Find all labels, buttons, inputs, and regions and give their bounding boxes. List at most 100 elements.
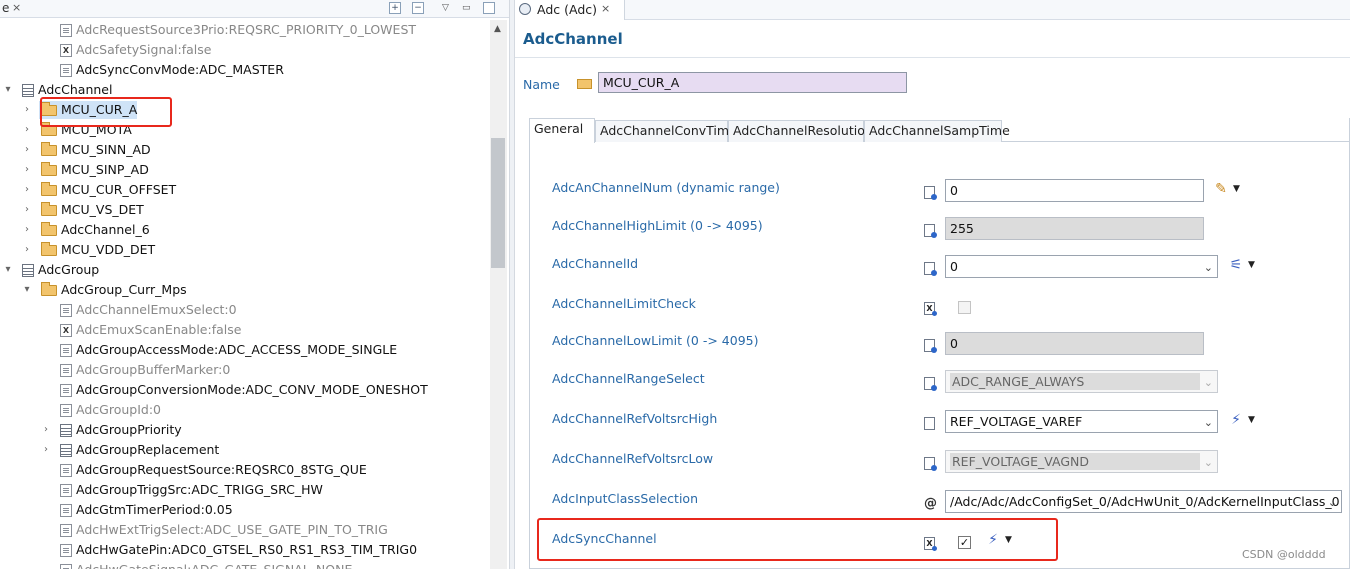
disabled-checkbox	[958, 301, 971, 314]
parameter-label: AdcChannelHighLimit (0 -> 4095)	[552, 218, 763, 233]
tab-resolution[interactable]: AdcChannelResolution	[728, 120, 873, 142]
maximize-icon[interactable]	[483, 2, 495, 14]
tree-node[interactable]: X AdcEmuxScanEnable:false	[0, 320, 490, 340]
editor-pane: Adc (Adc) × AdcChannel Name General AdcC…	[515, 0, 1350, 569]
tree-node[interactable]: › AdcGroupReplacement	[0, 440, 490, 460]
collapsed-chevron-icon[interactable]: ›	[40, 440, 52, 460]
tree-node[interactable]: AdcGroupTriggSrc:ADC_TRIGG_SRC_HW	[0, 480, 490, 500]
parameter-label: AdcChannelRangeSelect	[552, 371, 705, 386]
tree-node[interactable]: › AdcGroupPriority	[0, 420, 490, 440]
collapse-all-icon[interactable]: −	[412, 2, 424, 14]
collapsed-chevron-icon[interactable]: ›	[21, 120, 33, 140]
tree-node-label: AdcGroupRequestSource:REQSRC0_8STG_QUE	[76, 462, 367, 477]
tree-node-folder[interactable]: › AdcChannel_6	[0, 220, 490, 240]
doc-icon	[60, 344, 72, 357]
folder-icon	[41, 242, 57, 256]
dropdown-value: 0	[950, 259, 958, 274]
tree-node[interactable]: AdcGtmTimerPeriod:0.05	[0, 500, 490, 520]
view-menu-icon[interactable]: ▽	[442, 3, 449, 13]
config-param-icon	[924, 186, 937, 200]
tab-conv-time[interactable]: AdcChannelConvTime	[595, 120, 737, 142]
tree-node-label: AdcEmuxScanEnable:false	[76, 322, 242, 337]
collapsed-chevron-icon[interactable]: ›	[21, 160, 33, 180]
edit-pencil-icon[interactable]: ✎	[1213, 181, 1229, 197]
table-icon	[22, 264, 34, 277]
disabled-dropdown: REF_VOLTAGE_VAGND ⌄	[945, 450, 1218, 473]
tab-adc-editor[interactable]: Adc (Adc) ×	[515, 0, 625, 20]
watermark: CSDN @oldddd	[1242, 548, 1326, 561]
collapsed-chevron-icon[interactable]: ›	[21, 220, 33, 240]
disabled-dropdown: ADC_RANGE_ALWAYS ⌄	[945, 370, 1218, 393]
chevron-down-icon: ⌄	[1203, 261, 1213, 274]
name-label: Name	[523, 77, 560, 92]
tree-node[interactable]: AdcGroupAccessMode:ADC_ACCESS_MODE_SINGL…	[0, 340, 490, 360]
parameter-tabs: General AdcChannelConvTime AdcChannelRes…	[529, 118, 1350, 143]
tree-node[interactable]: AdcRequestSource3Prio:REQSRC_PRIORITY_0_…	[0, 20, 490, 40]
expanded-chevron-icon[interactable]: ▾	[2, 80, 14, 100]
tab-samp-time[interactable]: AdcChannelSampTime	[864, 120, 1010, 142]
dropdown-select[interactable]: REF_VOLTAGE_VAREF ⌄	[945, 410, 1218, 433]
dropdown-value: /Adc/Adc/AdcConfigSet_0/AdcHwUnit_0/AdcK…	[950, 494, 1340, 509]
tree-node-folder[interactable]: › MCU_VDD_DET	[0, 240, 490, 260]
tree-node[interactable]: AdcHwGatePin:ADC0_GTSEL_RS0_RS1_RS3_TIM_…	[0, 540, 490, 560]
tree-node-folder[interactable]: › MCU_SINN_AD	[0, 140, 490, 160]
link-icon[interactable]: ⚡	[1228, 412, 1244, 428]
outline-tree-pane: e × + − ▽ ▭ AdcRequestSource3Prio:REQSRC…	[0, 0, 509, 569]
folder-icon	[41, 282, 57, 296]
tree-node-label: AdcChannelEmuxSelect:0	[76, 302, 237, 317]
minimize-icon[interactable]: ▭	[462, 3, 471, 13]
dropdown-select[interactable]: 0 ⌄	[945, 255, 1218, 278]
tree-node[interactable]: X AdcSafetySignal:false	[0, 40, 490, 60]
tab-label: Adc (Adc)	[537, 2, 598, 17]
outline-tab-label[interactable]: e	[2, 1, 9, 15]
tool-menu-chevron-icon[interactable]: ▼	[1248, 415, 1255, 425]
table-icon	[22, 84, 34, 97]
name-field[interactable]	[598, 72, 907, 93]
tree-node-label: MCU_CUR_OFFSET	[61, 182, 177, 197]
doc-icon	[60, 484, 72, 497]
tree-node[interactable]: AdcHwExtTrigSelect:ADC_USE_GATE_PIN_TO_T…	[0, 520, 490, 540]
doc-icon	[60, 64, 72, 77]
scroll-up-icon[interactable]: ▲	[494, 24, 501, 34]
tree-node[interactable]: AdcHwGateSignal:ADC_GATE_SIGNAL_NONE	[0, 560, 490, 569]
collapsed-chevron-icon[interactable]: ›	[40, 420, 52, 440]
tree-node-folder[interactable]: › MCU_VS_DET	[0, 200, 490, 220]
config-param-icon	[924, 262, 937, 276]
tree-node[interactable]: AdcGroupId:0	[0, 400, 490, 420]
tab-general[interactable]: General	[529, 118, 595, 143]
close-icon[interactable]: ×	[12, 1, 21, 14]
expanded-chevron-icon[interactable]: ▾	[2, 260, 14, 280]
expand-all-icon[interactable]: +	[389, 2, 401, 14]
tool-menu-chevron-icon[interactable]: ▼	[1248, 260, 1255, 270]
tree-node[interactable]: ▾ AdcGroup	[0, 260, 490, 280]
value-input[interactable]: 0	[945, 179, 1204, 202]
tree-node[interactable]: AdcSyncConvMode:ADC_MASTER	[0, 60, 490, 80]
tree-node[interactable]: AdcGroupBufferMarker:0	[0, 360, 490, 380]
collapsed-chevron-icon[interactable]: ›	[21, 180, 33, 200]
parameter-label: AdcChannelRefVoltsrcHigh	[552, 411, 718, 426]
collapsed-chevron-icon[interactable]: ›	[21, 100, 33, 120]
tree-scrollbar[interactable]	[490, 20, 507, 569]
tree-node[interactable]: AdcChannelEmuxSelect:0	[0, 300, 490, 320]
tree-node[interactable]: AdcGroupConversionMode:ADC_CONV_MODE_ONE…	[0, 380, 490, 400]
tree-node-label: MCU_SINP_AD	[61, 162, 149, 177]
tree-node-label: AdcGroupReplacement	[76, 442, 220, 457]
collapsed-chevron-icon[interactable]: ›	[21, 240, 33, 260]
tree-node-folder[interactable]: › MCU_CUR_OFFSET	[0, 180, 490, 200]
dropdown-select[interactable]: /Adc/Adc/AdcConfigSet_0/AdcHwUnit_0/AdcK…	[945, 490, 1342, 513]
collapsed-chevron-icon[interactable]: ›	[21, 200, 33, 220]
tree-node[interactable]: AdcGroupRequestSource:REQSRC0_8STG_QUE	[0, 460, 490, 480]
collapsed-chevron-icon[interactable]: ›	[21, 140, 33, 160]
tree-node-folder[interactable]: ▾ AdcGroup_Curr_Mps	[0, 280, 490, 300]
boolean-doc-icon: X	[60, 44, 72, 57]
calculate-wand-icon[interactable]: ⚟	[1228, 257, 1244, 273]
expanded-chevron-icon[interactable]: ▾	[21, 280, 33, 300]
doc-icon	[60, 364, 72, 377]
tool-menu-chevron-icon[interactable]: ▼	[1233, 184, 1240, 194]
tree-node-folder[interactable]: › MCU_SINP_AD	[0, 160, 490, 180]
chevron-down-icon: ⌄	[1203, 416, 1213, 429]
tree-scroll-thumb[interactable]	[491, 138, 505, 268]
folder-icon	[41, 222, 57, 236]
close-icon[interactable]: ×	[601, 2, 610, 15]
tree-node-label: MCU_VS_DET	[61, 202, 144, 217]
